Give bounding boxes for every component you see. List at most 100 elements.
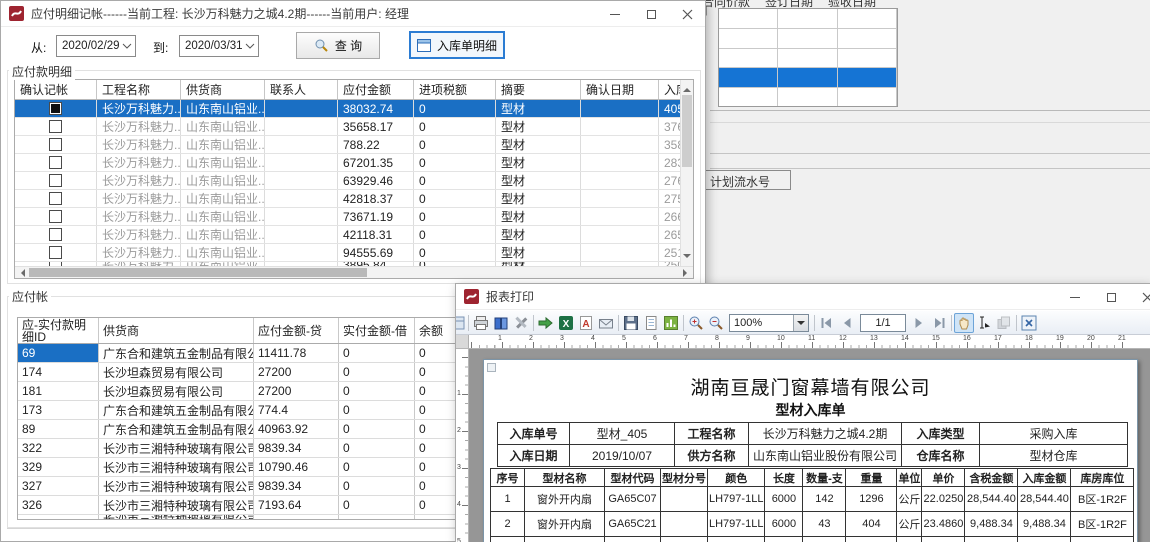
payables-titlebar[interactable]: 应付明细记帐------当前工程: 长沙万科魅力之城4.2期------当前用户… bbox=[1, 1, 705, 27]
export-icon[interactable] bbox=[536, 313, 556, 333]
column-header[interactable]: 应付金额-贷 bbox=[254, 318, 339, 343]
table-cell bbox=[719, 9, 778, 28]
row-checkbox[interactable] bbox=[49, 192, 62, 205]
maximize-button[interactable] bbox=[1093, 284, 1129, 310]
last-page-icon[interactable] bbox=[929, 313, 949, 333]
row-checkbox[interactable] bbox=[49, 228, 62, 241]
column-header[interactable]: 确认记帐 bbox=[15, 80, 97, 99]
table-row[interactable]: 174长沙坦森贸易有限公司2720000 bbox=[18, 363, 470, 382]
table-row[interactable]: 326长沙市三湘特种玻璃有限公司7193.6400 bbox=[18, 496, 470, 515]
copy-page-icon[interactable] bbox=[994, 313, 1014, 333]
table-row[interactable]: 长沙万科魅力...山东南山铝业...94555.690型材251 bbox=[15, 244, 693, 262]
row-checkbox[interactable] bbox=[49, 138, 62, 151]
column-header[interactable]: 应付金额 bbox=[338, 80, 414, 99]
table-cell: 174 bbox=[18, 363, 99, 381]
scroll-up-icon[interactable] bbox=[683, 84, 691, 92]
column-header[interactable]: 供货商 bbox=[181, 80, 265, 99]
minimize-button[interactable] bbox=[1057, 284, 1093, 310]
page-setup-icon[interactable] bbox=[641, 313, 661, 333]
chevron-down-icon bbox=[245, 43, 255, 49]
report-titlebar[interactable]: 报表打印 bbox=[456, 284, 1150, 310]
table-row[interactable]: 长沙万科魅力...山东南山铝业...38032.740型材405 bbox=[15, 100, 693, 118]
table-row[interactable]: 322长沙市三湘特种玻璃有限公司9839.3400 bbox=[18, 439, 470, 458]
column-header[interactable]: 工程名称 bbox=[97, 80, 181, 99]
zoom-level-select[interactable]: 100% bbox=[729, 314, 809, 332]
table-row[interactable]: 长沙市三湘特种玻璃有限公司 bbox=[18, 515, 470, 520]
scrollbar-thumb[interactable] bbox=[682, 95, 692, 167]
vertical-scrollbar[interactable] bbox=[680, 80, 693, 266]
grid-icon[interactable] bbox=[456, 313, 466, 333]
minimize-button[interactable] bbox=[597, 1, 633, 27]
row-checkbox[interactable] bbox=[49, 246, 62, 259]
text-select-icon[interactable] bbox=[974, 313, 994, 333]
prev-page-icon[interactable] bbox=[837, 313, 857, 333]
table-row[interactable]: 181长沙坦森贸易有限公司2720000 bbox=[18, 382, 470, 401]
pdf-export-icon[interactable]: A bbox=[576, 313, 596, 333]
save-icon[interactable] bbox=[621, 313, 641, 333]
page-indicator[interactable]: 1/1 bbox=[860, 314, 906, 332]
row-checkbox[interactable] bbox=[49, 102, 62, 115]
table-cell: 27200 bbox=[254, 382, 339, 400]
close-button[interactable] bbox=[669, 1, 705, 27]
table-row[interactable]: 329长沙市三湘特种玻璃有限公司10790.4600 bbox=[18, 458, 470, 477]
search-button[interactable]: 查 询 bbox=[296, 32, 380, 59]
table-row[interactable]: 长沙万科魅力...山东南山铝业...67201.350型材283 bbox=[15, 154, 693, 172]
table-row[interactable]: 长沙万科魅力...山东南山铝业...35658.170型材376 bbox=[15, 118, 693, 136]
row-checkbox[interactable] bbox=[49, 156, 62, 169]
chart-icon[interactable] bbox=[661, 313, 681, 333]
to-date-select[interactable]: 2020/03/31 bbox=[179, 35, 259, 57]
row-checkbox[interactable] bbox=[49, 174, 62, 187]
inbound-detail-button[interactable]: 入库单明细 bbox=[409, 31, 505, 59]
table-cell: 0 bbox=[339, 344, 415, 362]
first-page-icon[interactable] bbox=[817, 313, 837, 333]
ruler-number: 3 bbox=[457, 464, 461, 471]
from-date-select[interactable]: 2020/02/29 bbox=[56, 35, 136, 57]
table-row[interactable]: 69广东合和建筑五金制品有限公司11411.7800 bbox=[18, 344, 470, 363]
table-cell bbox=[265, 226, 338, 243]
close-preview-icon[interactable] bbox=[1019, 313, 1039, 333]
info-value: 型材仓库 bbox=[980, 445, 1128, 467]
column-header[interactable]: 实付金额-借 bbox=[339, 318, 415, 343]
column-header[interactable]: 入库 bbox=[659, 80, 682, 99]
scroll-right-icon[interactable] bbox=[683, 269, 691, 277]
table-row[interactable]: 长沙万科魅力...山东南山铝业...63929.460型材276 bbox=[15, 172, 693, 190]
table-row[interactable]: 长沙万科魅力...山东南山铝业...42818.370型材275 bbox=[15, 190, 693, 208]
print-icon[interactable] bbox=[471, 313, 491, 333]
zoom-in-icon[interactable] bbox=[686, 313, 706, 333]
maximize-button[interactable] bbox=[633, 1, 669, 27]
scroll-down-icon[interactable] bbox=[683, 254, 691, 262]
column-header: 数量-支 bbox=[803, 469, 846, 487]
column-header[interactable]: 摘要 bbox=[496, 80, 581, 99]
column-header[interactable]: 联系人 bbox=[265, 80, 338, 99]
table-cell: 长沙坦森贸易有限公司 bbox=[99, 382, 254, 400]
column-header[interactable]: 确认日期 bbox=[581, 80, 659, 99]
close-button[interactable] bbox=[1129, 284, 1150, 310]
serial-number-field[interactable]: 计划流水号 bbox=[703, 170, 791, 190]
hand-tool-icon[interactable] bbox=[954, 313, 974, 333]
table-row[interactable]: 89广东合和建筑五金制品有限公司40963.9200 bbox=[18, 420, 470, 439]
table-row[interactable]: 长沙万科魅力...山东南山铝业...42118.310型材265 bbox=[15, 226, 693, 244]
table-cell: GA65C21 bbox=[605, 512, 661, 537]
table-row[interactable]: 327长沙市三湘特种玻璃有限公司9839.3400 bbox=[18, 477, 470, 496]
scroll-left-icon[interactable] bbox=[17, 269, 25, 277]
scrollbar-thumb[interactable] bbox=[29, 268, 367, 277]
zoom-out-icon[interactable] bbox=[706, 313, 726, 333]
table-row[interactable]: 长沙万科魅力...山东南山铝业...788.220型材358 bbox=[15, 136, 693, 154]
table-row[interactable]: 长沙万科魅力...山东南山铝业...73671.190型材266 bbox=[15, 208, 693, 226]
horizontal-scrollbar[interactable] bbox=[15, 266, 693, 278]
tools-icon[interactable] bbox=[511, 313, 531, 333]
next-page-icon[interactable] bbox=[909, 313, 929, 333]
dropdown-arrow-icon[interactable] bbox=[793, 315, 808, 331]
column-header[interactable]: 供货商 bbox=[99, 318, 254, 343]
excel-export-icon[interactable]: X bbox=[556, 313, 576, 333]
table-row[interactable]: 173广东合和建筑五金制品有限公司774.400 bbox=[18, 401, 470, 420]
row-checkbox[interactable] bbox=[49, 120, 62, 133]
table-cell bbox=[15, 118, 97, 135]
row-checkbox[interactable] bbox=[49, 210, 62, 223]
column-header[interactable]: 应-实付款明细ID bbox=[18, 318, 99, 343]
preview-area[interactable]: 湖南亘晟门窗幕墙有限公司 型材入库单 入库单号型材_405工程名称长沙万科魅力之… bbox=[469, 349, 1150, 542]
mail-icon[interactable] bbox=[596, 313, 616, 333]
table-cell: 1 bbox=[491, 487, 525, 512]
column-header[interactable]: 进项税额 bbox=[414, 80, 496, 99]
book-icon[interactable] bbox=[491, 313, 511, 333]
